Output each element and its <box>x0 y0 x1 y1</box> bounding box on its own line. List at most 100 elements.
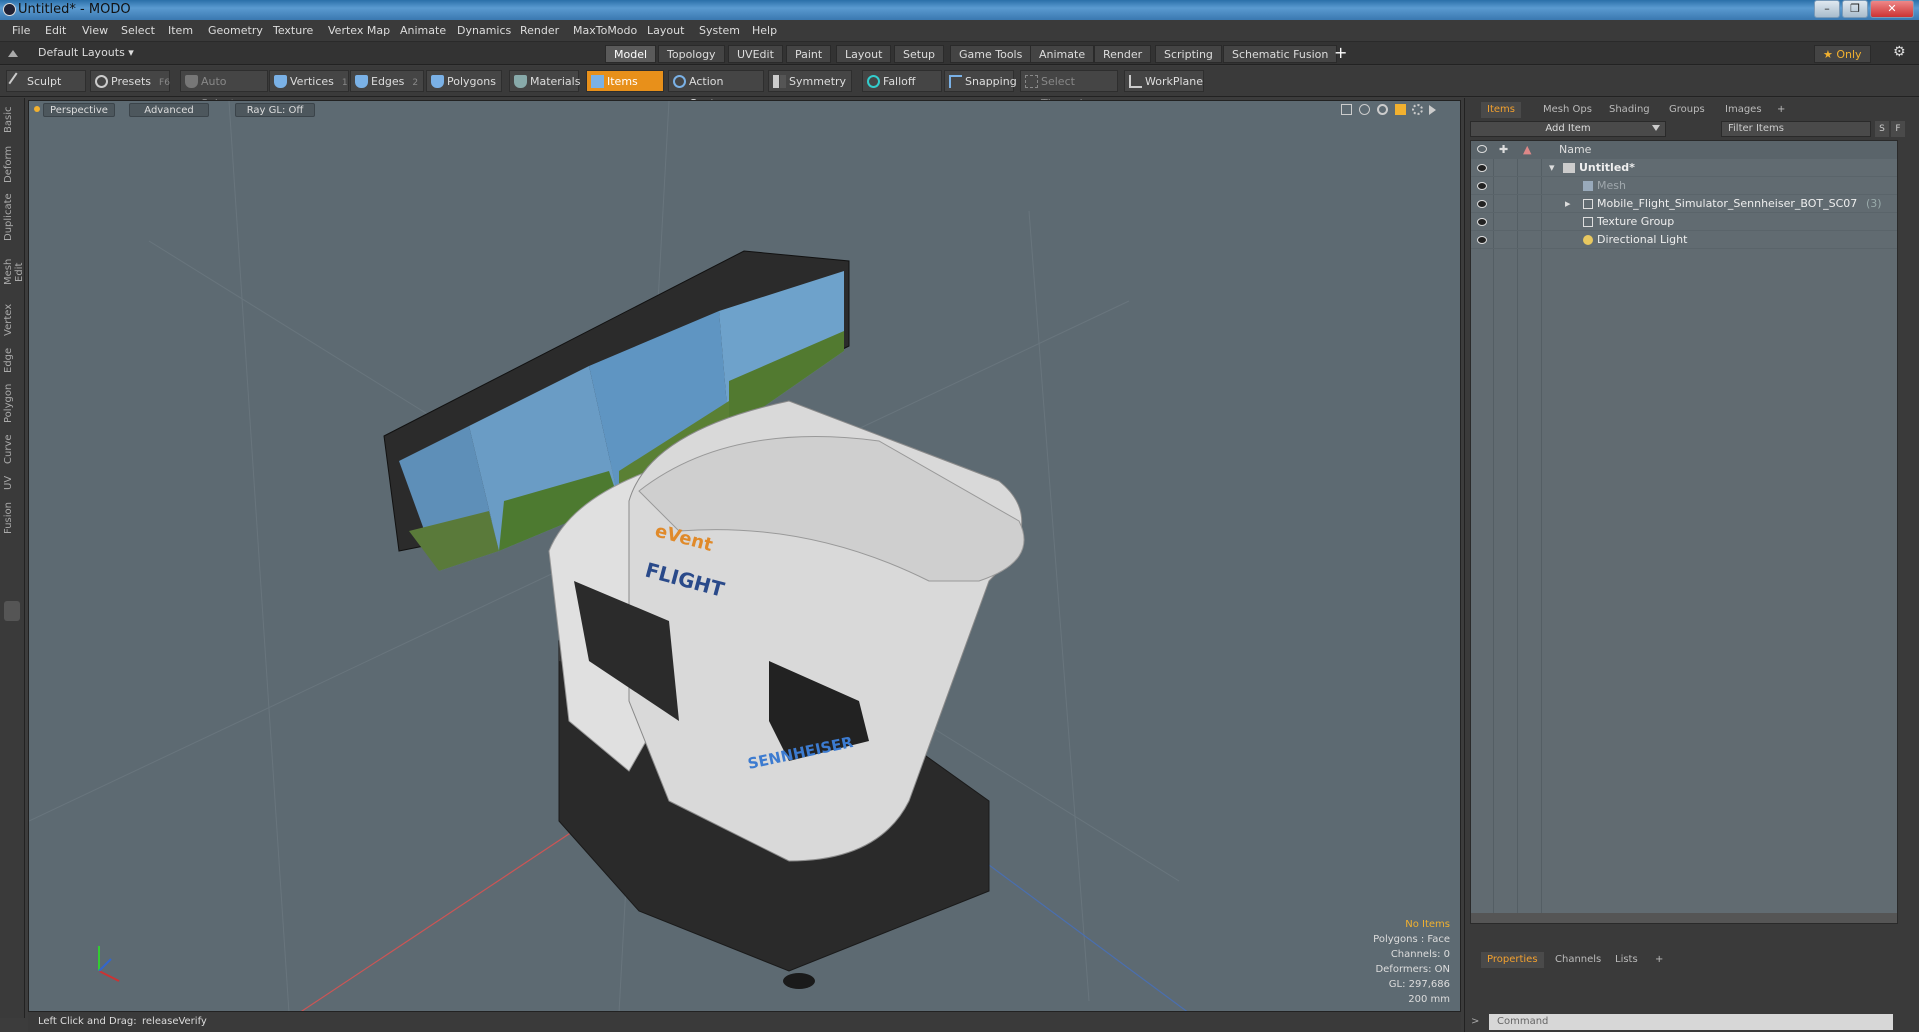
add-item-dropdown-icon[interactable] <box>1652 125 1660 131</box>
eye-icon[interactable] <box>1477 164 1487 172</box>
menu-geometry[interactable]: Geometry <box>208 24 263 37</box>
menu-item[interactable]: Item <box>168 24 193 37</box>
menu-edit[interactable]: Edit <box>45 24 66 37</box>
minimize-button[interactable]: – <box>1814 0 1840 18</box>
tree-row-untitled[interactable]: ▾ Untitled* <box>1471 159 1897 177</box>
symmetry-button[interactable]: Symmetry <box>768 70 852 92</box>
tab-model[interactable]: Model <box>605 45 657 63</box>
tree-row-mesh[interactable]: Mesh <box>1471 177 1897 195</box>
polygons-button[interactable]: Polygons <box>426 70 502 92</box>
menu-select[interactable]: Select <box>121 24 155 37</box>
workplane-button[interactable]: WorkPlane <box>1124 70 1204 92</box>
tab-groups[interactable]: Groups <box>1663 102 1711 118</box>
tab-setup[interactable]: Setup <box>894 45 945 63</box>
command-input[interactable]: Command <box>1489 1014 1893 1030</box>
default-layouts-dropdown[interactable]: Default Layouts ▾ <box>38 46 134 59</box>
tab-fusion[interactable]: Fusion <box>3 498 21 538</box>
tab-schematic-fusion[interactable]: Schematic Fusion <box>1223 45 1338 63</box>
edges-button[interactable]: Edges 2 <box>350 70 424 92</box>
advanced-dropdown[interactable]: Advanced <box>129 103 209 117</box>
vertices-button[interactable]: Vertices 1 <box>269 70 349 92</box>
tab-uvedit[interactable]: UVEdit <box>728 45 783 63</box>
tree-row-directional-light[interactable]: Directional Light <box>1471 231 1897 249</box>
fit-icon[interactable] <box>1395 104 1406 115</box>
close-button[interactable]: ✕ <box>1870 0 1914 18</box>
tree-row-texture-group[interactable]: Texture Group <box>1471 213 1897 231</box>
menu-texture[interactable]: Texture <box>273 24 313 37</box>
items-button[interactable]: Items <box>586 70 664 92</box>
menu-maxtomodo[interactable]: MaxToModo <box>573 24 637 37</box>
eye-icon[interactable] <box>1477 182 1487 190</box>
tab-polygon[interactable]: Polygon <box>3 380 21 426</box>
info-gl: GL: 297,686 <box>1388 979 1450 990</box>
maximize-button[interactable]: ❐ <box>1842 0 1868 18</box>
tab-shading[interactable]: Shading <box>1603 102 1656 118</box>
menu-dynamics[interactable]: Dynamics <box>457 24 511 37</box>
3d-viewport[interactable]: eVent FLIGHT SENNHEISER Perspective Adva… <box>28 100 1461 1012</box>
tab-edge[interactable]: Edge <box>3 344 21 376</box>
menu-view[interactable]: View <box>82 24 108 37</box>
add-bottom-tab-button[interactable]: + <box>1649 952 1669 968</box>
zoom-icon[interactable] <box>1377 104 1388 115</box>
tab-game-tools[interactable]: Game Tools <box>950 45 1032 63</box>
tab-mesh-ops[interactable]: Mesh Ops <box>1537 102 1598 118</box>
f-button[interactable]: F <box>1891 121 1905 137</box>
tab-items[interactable]: Items <box>1481 102 1521 118</box>
sidebar-toggle-button[interactable] <box>4 601 20 621</box>
menu-file[interactable]: File <box>12 24 30 37</box>
eye-icon[interactable] <box>1477 236 1487 244</box>
gear-icon[interactable]: ⚙ <box>1893 44 1906 60</box>
falloff-button[interactable]: Falloff <box>862 70 942 92</box>
menu-animate[interactable]: Animate <box>400 24 446 37</box>
snapping-button[interactable]: Snapping <box>944 70 1017 92</box>
raygl-dropdown[interactable]: Ray GL: Off <box>235 103 315 117</box>
horizontal-scrollbar[interactable] <box>1471 913 1897 923</box>
tab-scripting[interactable]: Scripting <box>1155 45 1222 63</box>
perspective-dropdown[interactable]: Perspective <box>43 103 115 117</box>
sculpt-button[interactable]: Sculpt <box>6 70 86 92</box>
select-through-button[interactable]: Select Through <box>1020 70 1118 110</box>
tab-vertex[interactable]: Vertex <box>3 302 21 338</box>
tab-curve[interactable]: Curve <box>3 430 21 468</box>
menu-help[interactable]: Help <box>752 24 777 37</box>
tab-properties[interactable]: Properties <box>1481 952 1544 968</box>
menu-layout[interactable]: Layout <box>647 24 684 37</box>
tab-duplicate[interactable]: Duplicate <box>3 192 21 242</box>
tab-deform[interactable]: Deform <box>3 144 21 184</box>
presets-button[interactable]: Presets F6 <box>90 70 170 92</box>
viewport-info-overlay: No Items Polygons : Face Channels: 0 Def… <box>1373 917 1450 1007</box>
menu-render[interactable]: Render <box>520 24 559 37</box>
action-center-button[interactable]: Action Center <box>668 70 764 110</box>
auto-select-button[interactable]: Auto Select <box>180 70 268 110</box>
pan-icon[interactable] <box>1341 104 1352 115</box>
menu-system[interactable]: System <box>699 24 740 37</box>
tab-topology[interactable]: Topology <box>658 45 725 63</box>
tree-row-simulator[interactable]: ▸ Mobile_Flight_Simulator_Sennheiser_BOT… <box>1471 195 1897 213</box>
tab-paint[interactable]: Paint <box>786 45 832 63</box>
tab-lists[interactable]: Lists <box>1609 952 1644 968</box>
layout-arrow-icon[interactable] <box>8 47 18 57</box>
rotate-icon[interactable] <box>1359 104 1370 115</box>
tab-layout[interactable]: Layout <box>836 45 892 63</box>
viewport-gear-icon[interactable] <box>1412 104 1423 115</box>
expand-arrow-icon[interactable]: ▸ <box>1565 197 1571 210</box>
menu-vertex-map[interactable]: Vertex Map <box>328 24 390 37</box>
tab-channels[interactable]: Channels <box>1549 952 1607 968</box>
eye-icon[interactable] <box>1477 218 1487 226</box>
tab-uv[interactable]: UV <box>3 472 21 494</box>
tab-basic[interactable]: Basic <box>3 102 21 138</box>
eye-icon[interactable] <box>1477 200 1487 208</box>
add-panel-tab-button[interactable]: + <box>1771 102 1791 118</box>
filter-items-input[interactable]: Filter Items <box>1721 121 1871 137</box>
collapse-arrow-icon[interactable]: ▾ <box>1549 161 1555 174</box>
only-toggle[interactable]: ★ Only <box>1814 45 1871 63</box>
viewport-menu-arrow-icon[interactable] <box>1429 105 1436 115</box>
tab-images[interactable]: Images <box>1719 102 1768 118</box>
materials-button[interactable]: Materials <box>509 70 580 92</box>
s-button[interactable]: S <box>1875 121 1889 137</box>
add-tab-button[interactable]: + <box>1334 43 1347 62</box>
add-item-button[interactable]: Add Item <box>1470 121 1666 137</box>
tab-render[interactable]: Render <box>1094 45 1152 63</box>
tab-mesh-edit[interactable]: Mesh Edit <box>3 248 25 296</box>
tab-animate[interactable]: Animate <box>1030 45 1095 63</box>
